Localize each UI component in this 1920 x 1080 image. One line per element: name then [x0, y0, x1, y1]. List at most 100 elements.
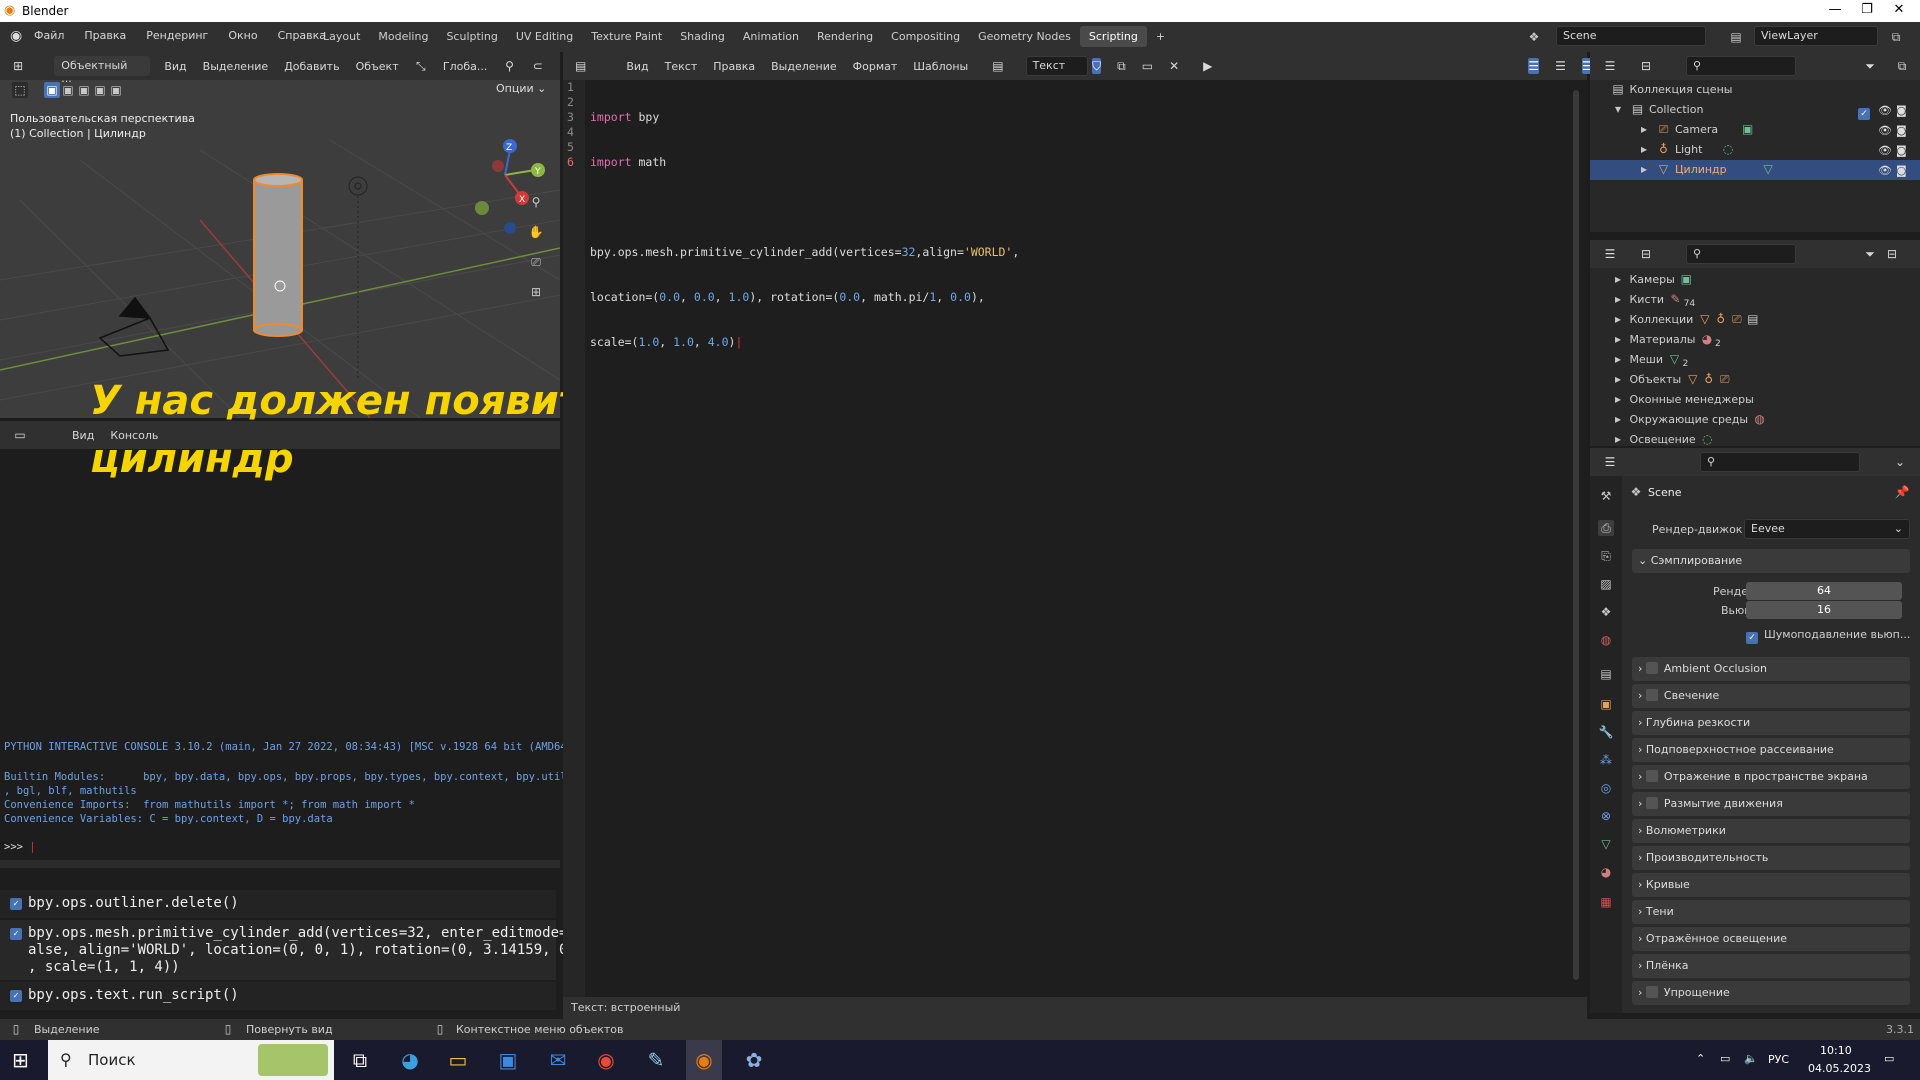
data-item-meshes[interactable]: ▸ Меши ▽ 2 [1610, 350, 1688, 370]
snap-icon[interactable]: ⊂ [532, 58, 544, 74]
panel-section[interactable]: › Плёнка [1632, 954, 1910, 978]
render-camera-icon[interactable]: ◙ [1896, 124, 1907, 137]
blender-taskbar-icon[interactable]: ◉ [686, 1040, 722, 1080]
constraints-tab-icon[interactable]: ⊗ [1598, 808, 1614, 824]
chrome-icon[interactable]: ◉ [588, 1040, 624, 1080]
texture-tab-icon[interactable]: ▦ [1598, 894, 1614, 910]
text-editor[interactable]: 1 2 3 4 5 6 import bpy import math bpy.o… [563, 80, 1587, 997]
tab-uv-editing[interactable]: UV Editing [507, 26, 582, 47]
tool-tab-icon[interactable]: ⚒ [1598, 488, 1614, 504]
viewport-3d[interactable]: ⊞ Объектный ... Вид Выделение Добавить О… [0, 52, 560, 418]
panel-section[interactable]: › Отражение в пространстве экрана [1632, 765, 1910, 789]
tab-animation[interactable]: Animation [734, 26, 808, 47]
panel-section[interactable]: › Подповерхностное рассеивание [1632, 738, 1910, 762]
panel-section[interactable]: › Кривые [1632, 873, 1910, 897]
text-menu-format[interactable]: Формат [853, 60, 898, 73]
pin-icon[interactable]: 📌 [1894, 484, 1910, 500]
edge-icon[interactable]: ◕ [392, 1040, 428, 1080]
data-search[interactable]: ⚲ [1686, 244, 1796, 264]
outliner-item-cylinder[interactable]: ▸ ▽ Цилиндр ▽ [1590, 160, 1920, 180]
data-item-window-managers[interactable]: ▸ Оконные менеджеры [1610, 390, 1754, 410]
text-menu-text[interactable]: Текст [665, 60, 698, 73]
view-layer-selector[interactable]: ViewLayer [1754, 26, 1878, 46]
panel-sampling[interactable]: ⌄ Сэмплирование [1632, 549, 1910, 573]
notepad-icon[interactable]: ✎ [638, 1040, 674, 1080]
info-log-entry[interactable]: ✓ bpy.ops.outliner.delete() [0, 890, 556, 918]
outliner-search[interactable]: ⚲ [1686, 56, 1796, 76]
network-icon[interactable]: ▭ [1720, 1052, 1730, 1065]
tab-shading[interactable]: Shading [671, 26, 734, 47]
section-checkbox[interactable] [1645, 770, 1658, 782]
menu-render[interactable]: Рендеринг [146, 29, 208, 42]
tab-sculpting[interactable]: Sculpting [437, 26, 506, 47]
tray-chevron-icon[interactable]: ⌃ [1696, 1052, 1705, 1065]
windows-start-icon[interactable]: ⊞ [12, 1048, 29, 1072]
clock-date[interactable]: 04.05.2023 [1808, 1062, 1871, 1075]
mail-icon[interactable]: ✉ [540, 1040, 576, 1080]
panel-section[interactable]: › Производительность [1632, 846, 1910, 870]
store-icon[interactable]: ▣ [490, 1040, 526, 1080]
tab-texture-paint[interactable]: Texture Paint [582, 26, 671, 47]
menu-window[interactable]: Окно [228, 29, 257, 42]
panel-section[interactable]: › Упрощение [1632, 981, 1910, 1005]
world-tab-icon[interactable]: ◍ [1598, 632, 1614, 648]
render-camera-icon[interactable]: ◙ [1896, 104, 1907, 117]
section-checkbox[interactable] [1645, 797, 1658, 809]
viewport-samples-field[interactable]: 16 [1746, 601, 1902, 619]
visibility-eye-icon[interactable]: 👁 [1878, 164, 1892, 177]
add-workspace-icon[interactable]: + [1147, 26, 1174, 47]
text-editor-type-icon[interactable]: ▤ [575, 58, 586, 74]
render-samples-field[interactable]: 64 [1746, 582, 1902, 600]
data-item-collections[interactable]: ▸ Коллекции ▽ ♁ ⎚ ▤ [1610, 310, 1761, 330]
editor-type-icon[interactable]: ⊞ [12, 58, 24, 74]
clock-time[interactable]: 10:10 [1820, 1044, 1852, 1057]
taskbar-search[interactable]: ⚲ Поиск [48, 1040, 334, 1080]
panel-section[interactable]: › Свечение [1632, 684, 1910, 708]
output-tab-icon[interactable]: ⎘ [1598, 548, 1614, 564]
exclude-checkbox[interactable]: ✓ [1858, 104, 1876, 120]
filter-icon[interactable]: ⏷ [1862, 58, 1878, 74]
text-menu-templates[interactable]: Шаблоны [913, 60, 968, 73]
collection-tab-icon[interactable]: ▤ [1598, 666, 1614, 682]
open-folder-icon[interactable]: ▭ [1142, 58, 1153, 74]
word-wrap-toggle-icon[interactable]: ☰ [1555, 58, 1566, 74]
section-checkbox[interactable] [1645, 689, 1658, 701]
volume-icon[interactable]: 🔈 [1744, 1052, 1758, 1065]
pan-hand-icon[interactable]: ✋ [528, 224, 544, 240]
menu-edit[interactable]: Правка [84, 29, 126, 42]
visibility-eye-icon[interactable]: 👁 [1878, 124, 1892, 137]
file-explorer-icon[interactable]: ▭ [440, 1040, 476, 1080]
physics-tab-icon[interactable]: ◎ [1598, 780, 1614, 796]
blender-menu-icon[interactable]: ◉ [10, 28, 22, 44]
pivot-icon[interactable]: ⚲ [503, 58, 515, 74]
tab-scripting[interactable]: Scripting [1079, 26, 1147, 47]
panel-section[interactable]: › Ambient Occlusion [1632, 657, 1910, 681]
outliner-editor-icon[interactable]: ☰ [1602, 246, 1618, 262]
data-item-cameras[interactable]: ▸ Камеры ▣ [1610, 270, 1694, 290]
material-tab-icon[interactable]: ◕ [1598, 864, 1614, 880]
info-log-entry[interactable]: ✓ bpy.ops.mesh.primitive_cylinder_add(ve… [0, 920, 576, 980]
run-script-icon[interactable]: ▶ [1203, 58, 1212, 74]
info-log-entry[interactable]: ✓ bpy.ops.text.run_script() [0, 982, 556, 1010]
render-tab-icon[interactable]: ⎙ [1598, 520, 1614, 536]
tab-compositing[interactable]: Compositing [882, 26, 969, 47]
data-item-brushes[interactable]: ▸ Кисти ✎ 74 [1610, 290, 1695, 310]
panel-section[interactable]: › Отражённое освещение [1632, 927, 1910, 951]
unlink-icon[interactable]: ✕ [1169, 58, 1179, 74]
language-indicator[interactable]: РУС [1768, 1053, 1789, 1066]
panel-section[interactable]: › Глубина резкости [1632, 711, 1910, 735]
render-camera-icon[interactable]: ◙ [1896, 164, 1907, 177]
display-mode-icon[interactable]: ⊟ [1638, 58, 1654, 74]
paint-icon[interactable]: ✿ [736, 1040, 772, 1080]
panel-section[interactable]: › Размытие движения [1632, 792, 1910, 816]
outliner-collection[interactable]: ▾ ▤ Collection [1610, 100, 1703, 120]
new-collection-icon[interactable]: ⧉ [1894, 58, 1910, 74]
text-datablock[interactable]: Текст [1025, 56, 1089, 76]
outliner-editor-icon[interactable]: ☰ [1602, 58, 1618, 74]
menu-file[interactable]: Файл [34, 29, 64, 42]
text-menu-select[interactable]: Выделение [771, 60, 837, 73]
mode-selector[interactable]: Объектный ... [54, 56, 151, 85]
visibility-eye-icon[interactable]: 👁 [1878, 104, 1892, 117]
new-text-icon[interactable]: ⧉ [1117, 58, 1126, 74]
zoom-icon[interactable]: ⚲ [528, 194, 544, 210]
